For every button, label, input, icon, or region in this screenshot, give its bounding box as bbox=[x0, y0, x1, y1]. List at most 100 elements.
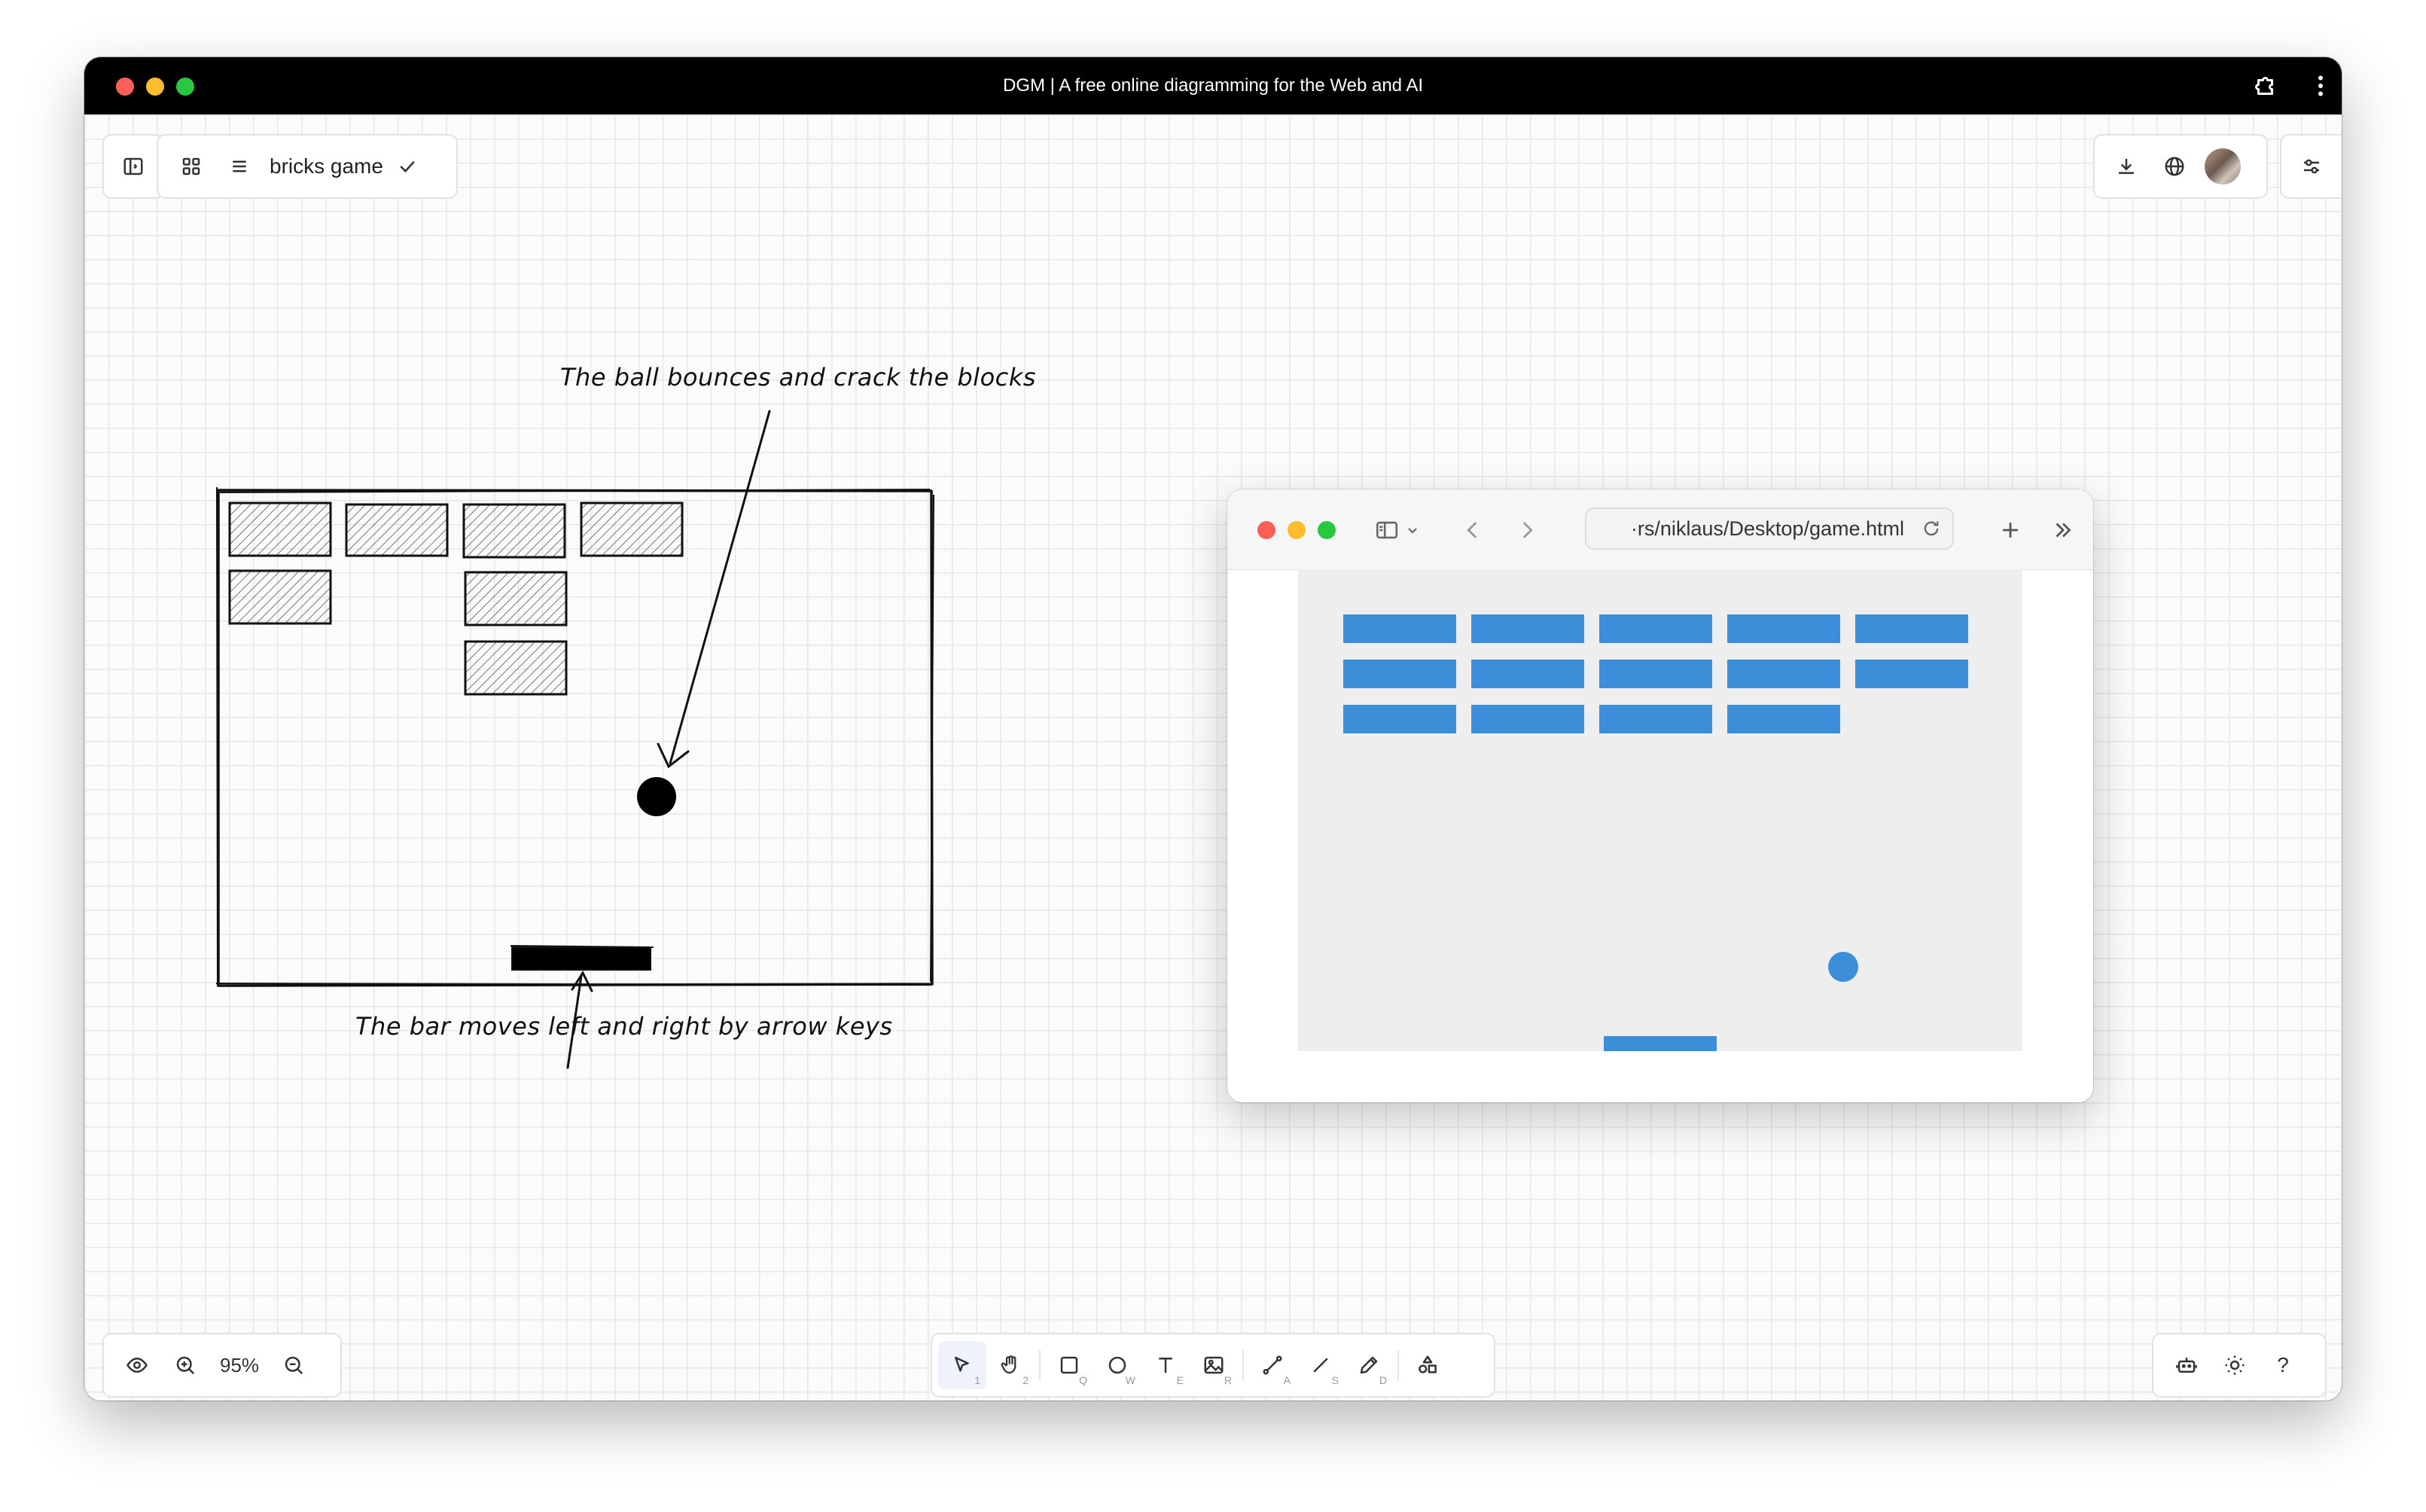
tool-shortcut: D bbox=[1379, 1374, 1387, 1386]
tool-shortcut: A bbox=[1283, 1374, 1291, 1386]
tool-shortcut: Q bbox=[1079, 1374, 1087, 1386]
ball-note-text[interactable]: The ball bounces and crack the blocks bbox=[560, 363, 1036, 392]
zoom-out-icon bbox=[285, 1356, 303, 1375]
tool-shortcut: 2 bbox=[1023, 1374, 1029, 1386]
hand-tool[interactable]: 2 bbox=[986, 1341, 1035, 1389]
sketch-block bbox=[228, 569, 332, 625]
browser-close-button[interactable] bbox=[1257, 521, 1275, 539]
pointer-icon bbox=[955, 1356, 969, 1372]
sketch-block bbox=[464, 640, 568, 696]
game-brick bbox=[1599, 660, 1712, 688]
game-brick bbox=[1727, 614, 1840, 643]
sketch-block bbox=[464, 571, 568, 626]
title-bar: DGM | A free online diagramming for the … bbox=[84, 57, 2342, 114]
view-mode-button[interactable] bbox=[113, 1341, 161, 1389]
ellipse-icon bbox=[1108, 1356, 1126, 1374]
browser-url-text: ·rs/niklaus/Desktop/game.html bbox=[1630, 517, 1904, 540]
browser-minimize-button[interactable] bbox=[1288, 521, 1306, 539]
browser-more-button[interactable] bbox=[2048, 515, 2078, 545]
help-button[interactable]: ? bbox=[2259, 1341, 2307, 1389]
browser-toolbar: ·rs/niklaus/Desktop/game.html bbox=[1227, 489, 2093, 570]
pencil-tool[interactable]: D bbox=[1345, 1341, 1393, 1389]
tool-shortcut: S bbox=[1331, 1374, 1339, 1386]
game-brick bbox=[1471, 705, 1584, 733]
double-chevron-right-icon bbox=[2056, 523, 2071, 538]
toolbar-divider bbox=[1242, 1350, 1244, 1380]
tool-shortcut: 1 bbox=[974, 1374, 980, 1386]
theme-toggle-button[interactable] bbox=[2211, 1341, 2259, 1389]
toolbar-divider bbox=[1039, 1350, 1041, 1380]
game-brick bbox=[1343, 614, 1456, 643]
ellipse-tool[interactable]: W bbox=[1093, 1341, 1141, 1389]
text-icon bbox=[1159, 1358, 1172, 1373]
zoom-panel: 95% bbox=[102, 1333, 342, 1398]
connector-icon bbox=[1263, 1355, 1282, 1375]
game-brick bbox=[1599, 705, 1712, 733]
sketch-blocks bbox=[228, 501, 684, 696]
chevron-right-icon bbox=[1522, 522, 1533, 538]
diagram-canvas[interactable]: bricks game The ball bounces and crack t… bbox=[84, 114, 2342, 1401]
chevron-down-icon bbox=[1408, 528, 1417, 534]
chevron-left-icon bbox=[1467, 522, 1477, 538]
hand-icon bbox=[1001, 1355, 1016, 1374]
game-brick bbox=[1599, 614, 1712, 643]
sketch-ball bbox=[637, 777, 676, 816]
browser-preview[interactable]: ·rs/niklaus/Desktop/game.html bbox=[1227, 489, 2093, 1102]
toolbar-divider bbox=[1397, 1350, 1399, 1380]
browser-new-tab-button[interactable] bbox=[1995, 515, 2025, 545]
game-paddle bbox=[1604, 1036, 1717, 1051]
image-tool[interactable]: R bbox=[1190, 1341, 1238, 1389]
game-brick bbox=[1343, 705, 1456, 733]
reload-icon bbox=[1924, 521, 1939, 536]
ball-note-arrow bbox=[657, 410, 771, 769]
sidebar-icon bbox=[1376, 521, 1398, 539]
pencil-icon bbox=[1360, 1356, 1378, 1374]
plus-icon bbox=[2003, 523, 2018, 538]
extension-icon[interactable] bbox=[2253, 72, 2280, 99]
game-brick bbox=[1855, 660, 1968, 688]
browser-sidebar-dropdown[interactable] bbox=[1403, 515, 1422, 545]
zoom-in-icon bbox=[176, 1356, 195, 1375]
ai-assistant-button[interactable] bbox=[2162, 1341, 2211, 1389]
browser-sidebar-button[interactable] bbox=[1372, 515, 1402, 545]
rectangle-tool[interactable]: Q bbox=[1045, 1341, 1093, 1389]
drawing-toolbar: 1 2 Q W E R A S D bbox=[931, 1333, 1495, 1398]
zoom-level[interactable]: 95% bbox=[209, 1354, 270, 1377]
browser-address-bar[interactable]: ·rs/niklaus/Desktop/game.html bbox=[1585, 508, 1954, 550]
shapes-icon bbox=[1419, 1355, 1437, 1373]
browser-maximize-button[interactable] bbox=[1318, 521, 1336, 539]
browser-reload-button[interactable] bbox=[1916, 514, 1946, 544]
sketch-block bbox=[462, 503, 566, 559]
browser-forward-button[interactable] bbox=[1512, 515, 1542, 545]
text-tool[interactable]: E bbox=[1141, 1341, 1190, 1389]
zoom-in-button[interactable] bbox=[161, 1341, 209, 1389]
tool-shortcut: R bbox=[1224, 1374, 1232, 1386]
more-options-icon[interactable] bbox=[2307, 72, 2334, 99]
select-tool[interactable]: 1 bbox=[938, 1341, 986, 1389]
shapes-tool[interactable] bbox=[1403, 1341, 1452, 1389]
game-brick bbox=[1471, 614, 1584, 643]
sketch-bar bbox=[511, 947, 651, 971]
window-title: DGM | A free online diagramming for the … bbox=[1002, 75, 1424, 96]
sketch-block bbox=[345, 503, 449, 557]
sketch-block bbox=[580, 501, 684, 557]
sketch-block bbox=[228, 501, 332, 557]
game-frame-sketch bbox=[217, 489, 934, 987]
line-tool[interactable]: S bbox=[1297, 1341, 1345, 1389]
image-icon bbox=[1204, 1356, 1224, 1374]
connector-tool[interactable]: A bbox=[1248, 1341, 1297, 1389]
zoom-out-button[interactable] bbox=[270, 1341, 318, 1389]
app-window: DGM | A free online diagramming for the … bbox=[84, 57, 2342, 1401]
game-brick bbox=[1855, 614, 1968, 643]
eye-icon bbox=[126, 1357, 148, 1373]
game-area[interactable] bbox=[1298, 569, 2022, 1051]
sun-icon bbox=[2225, 1355, 2245, 1375]
game-brick bbox=[1471, 660, 1584, 688]
bar-note-text[interactable]: The bar moves left and right by arrow ke… bbox=[355, 1012, 893, 1041]
bottom-right-panel: ? bbox=[2152, 1333, 2327, 1398]
tool-shortcut: W bbox=[1125, 1374, 1135, 1386]
line-icon bbox=[1313, 1358, 1328, 1373]
game-brick bbox=[1727, 660, 1840, 688]
browser-back-button[interactable] bbox=[1458, 515, 1488, 545]
rectangle-icon bbox=[1060, 1356, 1078, 1374]
